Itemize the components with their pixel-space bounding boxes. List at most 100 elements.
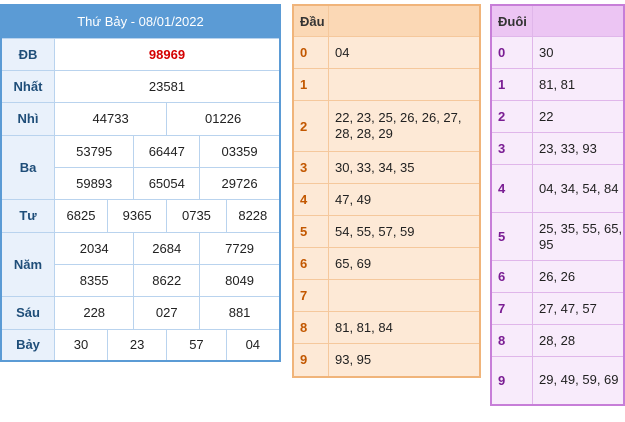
prize-value: 8355 (53, 263, 135, 297)
tail-values: 28, 28 (532, 324, 625, 357)
head-row: 7 (292, 279, 481, 312)
prize-value: 59893 (53, 166, 135, 200)
tail-row: 9 29, 49, 59, 69 (490, 356, 625, 405)
head-digit: 3 (292, 151, 329, 184)
tail-digit: 5 (490, 212, 533, 261)
tail-values: 26, 26 (532, 260, 625, 293)
prize-value: 8228 (225, 198, 281, 233)
head-row: 0 04 (292, 36, 481, 69)
head-row: 4 47, 49 (292, 183, 481, 216)
prize-value: 23 (106, 328, 168, 362)
head-row: 6 65, 69 (292, 247, 481, 280)
prize-row-first: Nhất 23581 (0, 69, 281, 103)
head-row: 5 54, 55, 57, 59 (292, 215, 481, 248)
head-values: 65, 69 (328, 247, 481, 280)
head-values: 04 (328, 36, 481, 69)
prize-value: 7729 (199, 231, 281, 265)
prize-value: 29726 (199, 166, 281, 200)
tail-digit: 8 (490, 324, 533, 357)
prize-value: 027 (133, 295, 201, 330)
prize-row-special: ĐB 98969 (0, 37, 281, 71)
tail-row: 0 30 (490, 36, 625, 69)
head-digit: 8 (292, 311, 329, 344)
head-values (328, 279, 481, 312)
prize-value: 2034 (53, 231, 135, 265)
prize-value: 44733 (53, 101, 168, 136)
tail-digit-table: Đuôi 0 30 1 81, 81 2 22 3 23, 33, 93 4 0… (490, 4, 625, 406)
prize-value: 03359 (199, 134, 281, 168)
tail-digit: 6 (490, 260, 533, 293)
head-header-blank (328, 4, 481, 37)
prize-value: 23581 (54, 69, 281, 103)
head-row: 3 30, 33, 34, 35 (292, 151, 481, 184)
lottery-results-table: Thứ Bảy - 08/01/2022 ĐB 98969 Nhất 23581… (0, 4, 281, 362)
head-digit: 6 (292, 247, 329, 280)
prize-value: 8049 (199, 263, 281, 297)
tail-digit: 9 (490, 356, 533, 405)
prize-value: 53795 (53, 134, 135, 168)
tail-values: 27, 47, 57 (532, 292, 625, 325)
prize-value: 65054 (133, 166, 201, 200)
head-row: 9 93, 95 (292, 343, 481, 377)
tail-row: 3 23, 33, 93 (490, 132, 625, 165)
prize-value: 30 (54, 328, 108, 362)
head-values: 30, 33, 34, 35 (328, 151, 481, 184)
tail-digit: 0 (490, 36, 533, 69)
tail-values: 81, 81 (532, 68, 625, 101)
head-digit: 7 (292, 279, 329, 312)
head-values: 47, 49 (328, 183, 481, 216)
prize-value: 8622 (133, 263, 201, 297)
prize-label: ĐB (0, 37, 55, 71)
tail-row: 4 04, 34, 54, 84 (490, 164, 625, 213)
head-row: 1 (292, 68, 481, 101)
prize-label: Ba (0, 134, 55, 200)
prize-value: 04 (225, 328, 281, 362)
prize-label: Nhất (0, 69, 55, 103)
head-digit: 0 (292, 36, 329, 69)
tail-title: Đuôi (490, 4, 533, 37)
tail-digit: 1 (490, 68, 533, 101)
prize-value: 9365 (106, 198, 168, 233)
prize-label: Sáu (0, 295, 55, 330)
tail-digit: 4 (490, 164, 533, 213)
head-digit-table: Đầu 0 04 1 2 22, 23, 25, 26, 26, 27, 28,… (292, 4, 481, 378)
prize-label: Bảy (0, 328, 55, 362)
prize-value-special: 98969 (54, 37, 281, 71)
tail-values: 23, 33, 93 (532, 132, 625, 165)
tail-row: 8 28, 28 (490, 324, 625, 357)
head-digit: 4 (292, 183, 329, 216)
tail-values: 22 (532, 100, 625, 133)
prize-value: 57 (166, 328, 227, 362)
tail-row: 1 81, 81 (490, 68, 625, 101)
head-digit: 1 (292, 68, 329, 101)
tail-header-blank (532, 4, 625, 37)
tail-values: 30 (532, 36, 625, 69)
prize-value: 66447 (133, 134, 201, 168)
head-row: 2 22, 23, 25, 26, 26, 27, 28, 28, 29 (292, 100, 481, 152)
prize-row-fourth: Tư 6825 9365 0735 8228 (0, 198, 281, 233)
tail-row: 6 26, 26 (490, 260, 625, 293)
head-values (328, 68, 481, 101)
head-row: 8 81, 81, 84 (292, 311, 481, 344)
tail-values: 29, 49, 59, 69 (532, 356, 625, 405)
prize-value: 0735 (166, 198, 227, 233)
tail-row: 2 22 (490, 100, 625, 133)
prize-value: 228 (53, 295, 135, 330)
prize-label: Năm (0, 231, 55, 297)
prize-value: 6825 (54, 198, 108, 233)
head-title: Đầu (292, 4, 329, 37)
head-values: 22, 23, 25, 26, 26, 27, 28, 28, 29 (328, 100, 481, 152)
prize-value: 01226 (166, 101, 281, 136)
prize-value: 2684 (133, 231, 201, 265)
prize-row-fifth: Năm 2034 2684 7729 (0, 231, 281, 297)
prize-row-third: Ba 53795 66447 03359 (0, 134, 281, 200)
head-digit: 9 (292, 343, 329, 377)
tail-row: 7 27, 47, 57 (490, 292, 625, 325)
tail-values: 25, 35, 55, 65, 95 (532, 212, 625, 261)
results-title: Thứ Bảy - 08/01/2022 (0, 4, 281, 39)
prize-label: Nhì (0, 101, 55, 136)
head-values: 81, 81, 84 (328, 311, 481, 344)
prize-row-seventh: Bảy 30 23 57 04 (0, 328, 281, 362)
head-digit: 2 (292, 100, 329, 152)
tail-digit: 2 (490, 100, 533, 133)
